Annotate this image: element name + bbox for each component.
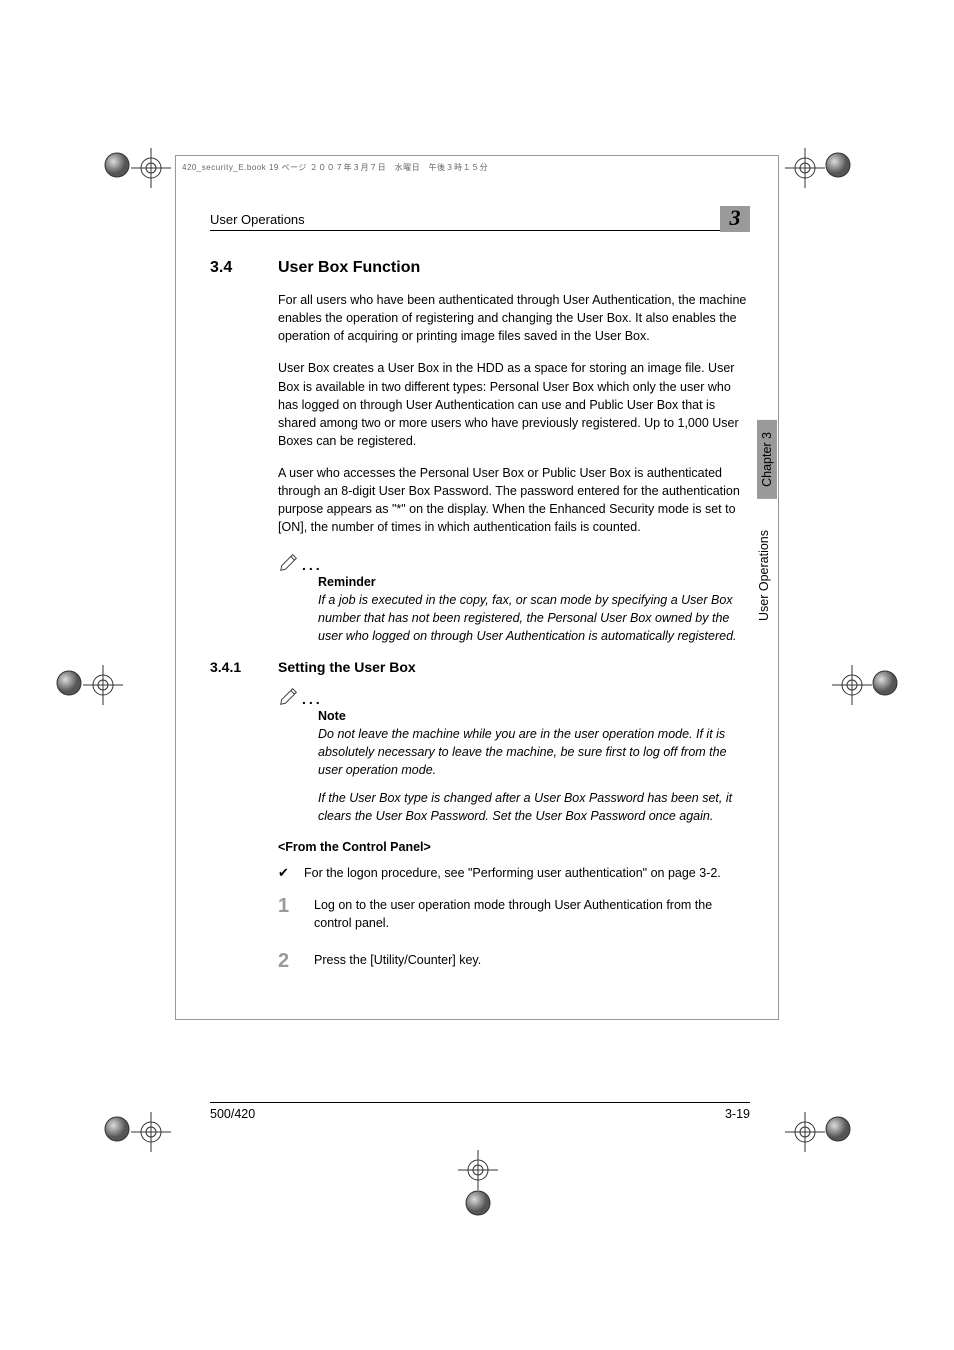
- reg-dot-icon: [104, 152, 130, 178]
- check-list-item: ✔ For the logon procedure, see "Performi…: [278, 864, 750, 883]
- reg-cross-icon: [83, 665, 123, 705]
- note-icon: [278, 685, 300, 707]
- reg-cross-icon: [131, 1112, 171, 1152]
- paragraph: A user who accesses the Personal User Bo…: [278, 464, 750, 537]
- reg-dot-icon: [104, 1116, 130, 1142]
- side-tab-section: User Operations: [757, 530, 771, 621]
- reminder-block: ... Reminder If a job is executed in the…: [278, 551, 750, 645]
- note-dots-icon: ...: [302, 691, 323, 707]
- chapter-number-box: 3: [720, 206, 750, 232]
- reg-dot-icon: [872, 670, 898, 696]
- paragraph: User Box creates a User Box in the HDD a…: [278, 359, 750, 450]
- paragraph: For all users who have been authenticate…: [278, 291, 750, 345]
- note-text: If the User Box type is changed after a …: [318, 789, 750, 825]
- subsection-number: 3.4.1: [210, 659, 260, 675]
- reminder-text: If a job is executed in the copy, fax, o…: [318, 591, 750, 645]
- reg-cross-icon: [785, 1112, 825, 1152]
- reminder-heading: Reminder: [318, 575, 750, 589]
- section-number: 3.4: [210, 259, 260, 277]
- reg-dot-icon: [465, 1190, 491, 1216]
- step-number: 2: [278, 951, 296, 971]
- page-container: 420_security_E.book 19 ページ ２００７年３月７日 水曜日…: [0, 0, 954, 1350]
- page-footer: 500/420 3-19: [210, 1102, 750, 1121]
- step-item: 1 Log on to the user operation mode thro…: [278, 896, 750, 932]
- subsection-title: Setting the User Box: [278, 659, 416, 675]
- side-tab-chapter: Chapter 3: [757, 420, 777, 499]
- note-icon: [278, 551, 300, 573]
- check-text: For the logon procedure, see "Performing…: [304, 864, 721, 883]
- footer-right: 3-19: [725, 1107, 750, 1121]
- step-text: Log on to the user operation mode throug…: [314, 896, 750, 932]
- note-dots-icon: ...: [302, 557, 323, 573]
- reg-cross-icon: [785, 148, 825, 188]
- footer-left: 500/420: [210, 1107, 255, 1121]
- note-text: Do not leave the machine while you are i…: [318, 725, 750, 779]
- reg-cross-icon: [458, 1150, 498, 1190]
- running-head: User Operations 3: [210, 210, 750, 231]
- step-item: 2 Press the [Utility/Counter] key.: [278, 951, 750, 971]
- note-block: ... Note Do not leave the machine while …: [278, 685, 750, 826]
- content-area: User Operations 3 3.4 User Box Function …: [210, 210, 750, 989]
- from-control-panel-heading: <From the Control Panel>: [278, 840, 750, 854]
- reg-dot-icon: [825, 152, 851, 178]
- checkmark-icon: ✔: [278, 864, 292, 883]
- reg-cross-icon: [131, 148, 171, 188]
- section-title: User Box Function: [278, 259, 420, 277]
- reg-dot-icon: [825, 1116, 851, 1142]
- section-heading: 3.4 User Box Function: [210, 259, 750, 277]
- running-title: User Operations: [210, 212, 305, 227]
- step-number: 1: [278, 896, 296, 932]
- note-heading: Note: [318, 709, 750, 723]
- meta-header: 420_security_E.book 19 ページ ２００７年３月７日 水曜日…: [176, 156, 778, 173]
- reg-dot-icon: [56, 670, 82, 696]
- subsection-heading: 3.4.1 Setting the User Box: [210, 659, 750, 675]
- step-text: Press the [Utility/Counter] key.: [314, 951, 481, 971]
- reg-cross-icon: [832, 665, 872, 705]
